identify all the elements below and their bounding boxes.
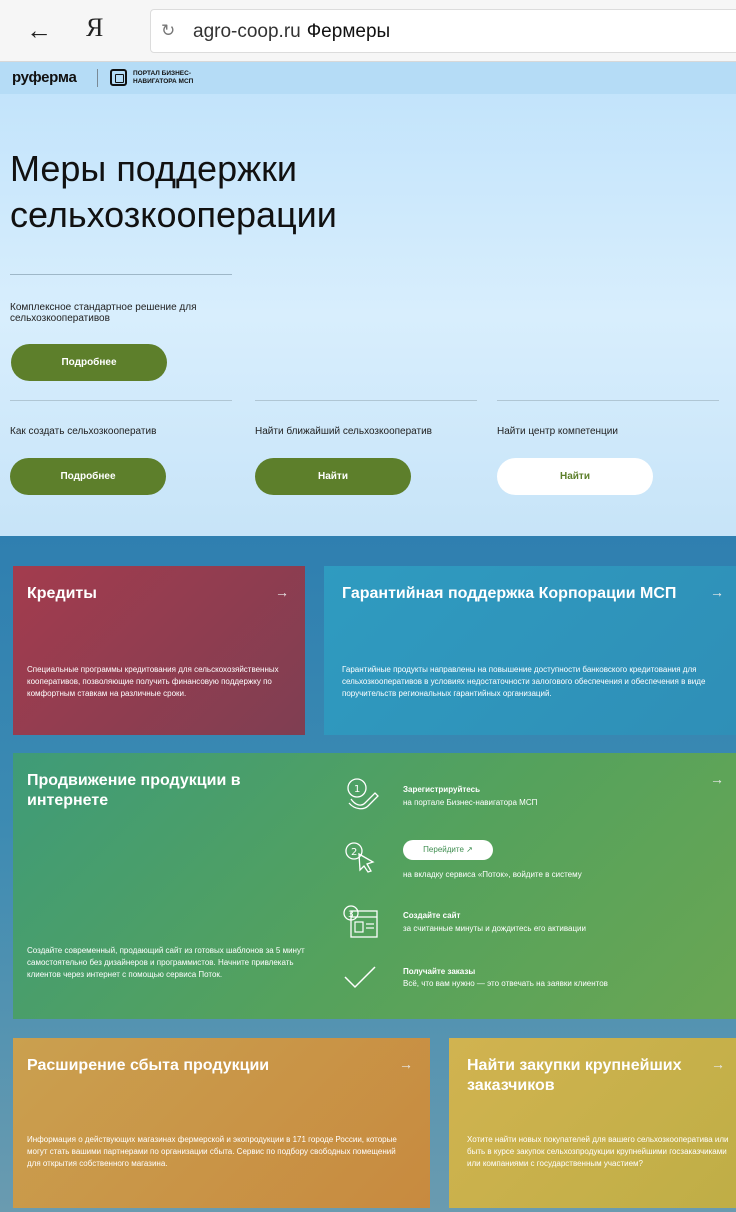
find-center-label: Найти центр компетенции: [497, 426, 618, 437]
logo-divider: [97, 69, 98, 87]
step-navigate: 2 Перейдите ↗ на вкладку сервиса «Поток»…: [329, 840, 729, 880]
address-bar[interactable]: ↻ agro-coop.ru Фермеры: [150, 9, 736, 53]
page-title-line-2: сельхозкооперации: [10, 194, 337, 235]
cursor-step-icon: 2: [345, 842, 375, 873]
navigate-step-text: на вкладку сервиса «Поток», войдите в си…: [403, 870, 582, 879]
go-to-potok-button[interactable]: Перейдите ↗: [403, 840, 493, 860]
portal-logo-icon[interactable]: [110, 69, 127, 86]
step-create-site: 3 Создайте сайт за считанные минуты и до…: [329, 905, 729, 945]
sales-arrow-icon: →: [399, 1056, 413, 1072]
sales-description: Информация о действующих магазинах ферме…: [27, 1135, 397, 1168]
credit-title: Кредиты: [27, 585, 97, 602]
page-title-line-1: Меры поддержки: [10, 148, 298, 189]
find-coop-label: Найти ближайший сельхозкооператив: [255, 426, 432, 437]
site-header: руферма ПОРТАЛ БИЗНЕС-НАВИГАТОРА МСП: [0, 62, 736, 94]
back-button[interactable]: ←: [26, 17, 52, 43]
url-text: agro-coop.ru Фермеры: [193, 21, 390, 43]
hero-section: Меры поддержки сельхозкооперации Комплек…: [0, 94, 736, 536]
tenders-description: Хотите найти новых покупателей для вашег…: [467, 1135, 729, 1168]
url-page-title: Фермеры: [306, 21, 391, 42]
svg-text:2: 2: [351, 847, 357, 858]
create-site-step-text: за считанные минуты и дождитесь его акти…: [403, 924, 586, 933]
tenders-card[interactable]: Найти закупки крупнейших заказчиков → Хо…: [449, 1038, 736, 1208]
page-title: Меры поддержки сельхозкооперации: [10, 146, 610, 238]
ruferma-logo[interactable]: руферма: [12, 69, 77, 86]
find-coop-block: Найти ближайший сельхозкооператив Найти: [255, 400, 477, 495]
step-register: 1 Зарегистрируйтесь на портале Бизнес-на…: [329, 777, 729, 817]
create-coop-details-button[interactable]: Подробнее: [10, 458, 166, 495]
promotion-card[interactable]: Продвижение продукции в интернете → Созд…: [13, 753, 736, 1019]
register-step-title: Зарегистрируйтесь: [403, 785, 480, 794]
promotion-title: Продвижение продукции в интернете: [27, 772, 241, 809]
create-coop-block: Как создать сельхозкооператив Подробнее: [10, 400, 232, 495]
find-center-block: Найти центр компетенции Найти: [497, 400, 719, 495]
sales-card[interactable]: Расширение сбыта продукции → Информация …: [13, 1038, 430, 1208]
register-step-icon: 1: [347, 778, 379, 810]
guarantee-description: Гарантийные продукты направлены на повыш…: [342, 665, 706, 698]
details-button[interactable]: Подробнее: [11, 344, 167, 381]
register-step-text: на портале Бизнес-навигатора МСП: [403, 798, 538, 807]
browser-toolbar: ← Я ↻ agro-coop.ru Фермеры: [0, 0, 736, 62]
create-coop-label: Как создать сельхозкооператив: [10, 426, 157, 437]
credit-arrow-icon: →: [275, 584, 289, 600]
guarantee-arrow-icon: →: [710, 584, 724, 600]
hero-subtitle: Комплексное стандартное решение для сель…: [10, 302, 197, 324]
find-coop-button[interactable]: Найти: [255, 458, 411, 495]
services-section: Кредиты → Специальные программы кредитов…: [0, 536, 736, 1212]
checkmark-icon: [344, 966, 376, 989]
tenders-arrow-icon: →: [711, 1056, 725, 1072]
guarantee-card[interactable]: Гарантийная поддержка Корпорации МСП → Г…: [324, 566, 736, 735]
portal-logo-text[interactable]: ПОРТАЛ БИЗНЕС-НАВИГАТОРА МСП: [133, 70, 213, 86]
svg-text:1: 1: [354, 784, 360, 795]
get-orders-step-text: Всё, что вам нужно — это отвечать на зая…: [403, 979, 608, 988]
promotion-description: Создайте современный, продающий сайт из …: [27, 946, 305, 979]
step-get-orders: Получайте заказы Всё, что вам нужно — эт…: [329, 963, 729, 1003]
get-orders-step-title: Получайте заказы: [403, 967, 476, 976]
reload-icon[interactable]: ↻: [161, 22, 175, 40]
yandex-logo[interactable]: Я: [86, 13, 103, 43]
hero-divider: [10, 274, 232, 275]
tenders-title: Найти закупки крупнейших заказчиков: [467, 1057, 682, 1094]
url-domain: agro-coop.ru: [193, 21, 301, 42]
find-center-button[interactable]: Найти: [497, 458, 653, 495]
credit-description: Специальные программы кредитования для с…: [27, 665, 279, 698]
credit-card[interactable]: Кредиты → Специальные программы кредитов…: [13, 566, 305, 735]
website-step-icon: 3: [343, 905, 378, 938]
sales-title: Расширение сбыта продукции: [27, 1057, 270, 1074]
create-site-step-title: Создайте сайт: [403, 911, 461, 920]
guarantee-title: Гарантийная поддержка Корпорации МСП: [342, 585, 677, 602]
